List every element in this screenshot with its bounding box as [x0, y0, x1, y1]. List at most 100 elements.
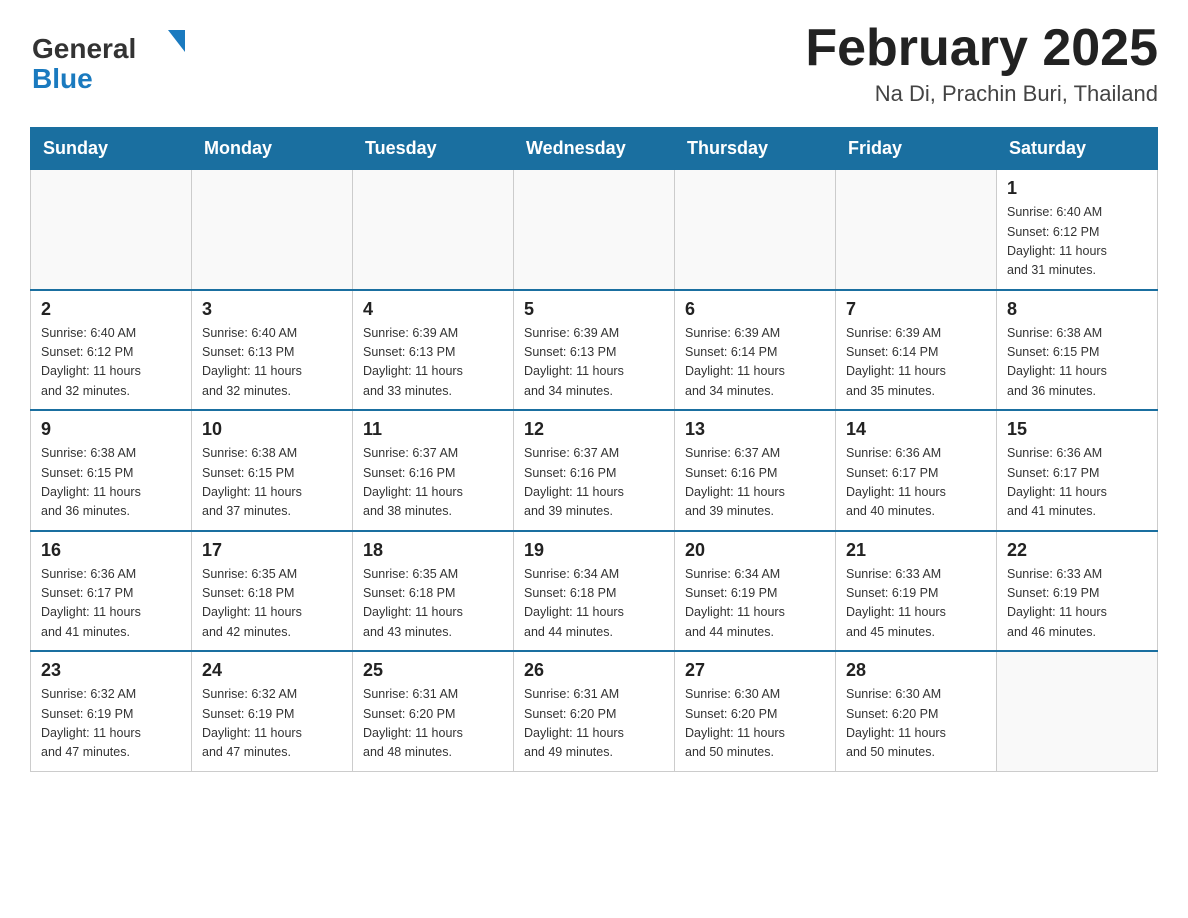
day-number: 3	[202, 299, 342, 320]
day-info: Sunrise: 6:37 AMSunset: 6:16 PMDaylight:…	[685, 444, 825, 522]
table-row: 19 Sunrise: 6:34 AMSunset: 6:18 PMDayligh…	[514, 531, 675, 652]
table-row: 23 Sunrise: 6:32 AMSunset: 6:19 PMDayligh…	[31, 651, 192, 771]
day-info: Sunrise: 6:35 AMSunset: 6:18 PMDaylight:…	[363, 565, 503, 643]
day-info: Sunrise: 6:38 AMSunset: 6:15 PMDaylight:…	[202, 444, 342, 522]
table-row: 24 Sunrise: 6:32 AMSunset: 6:19 PMDayligh…	[192, 651, 353, 771]
table-row: 7 Sunrise: 6:39 AMSunset: 6:14 PMDaylight…	[836, 290, 997, 411]
weekday-header-row: Sunday Monday Tuesday Wednesday Thursday…	[31, 128, 1158, 170]
day-info: Sunrise: 6:39 AMSunset: 6:13 PMDaylight:…	[524, 324, 664, 402]
table-row: 8 Sunrise: 6:38 AMSunset: 6:15 PMDaylight…	[997, 290, 1158, 411]
table-row	[997, 651, 1158, 771]
day-info: Sunrise: 6:32 AMSunset: 6:19 PMDaylight:…	[41, 685, 181, 763]
day-info: Sunrise: 6:33 AMSunset: 6:19 PMDaylight:…	[846, 565, 986, 643]
table-row	[675, 170, 836, 290]
day-number: 24	[202, 660, 342, 681]
table-row: 13 Sunrise: 6:37 AMSunset: 6:16 PMDayligh…	[675, 410, 836, 531]
day-info: Sunrise: 6:37 AMSunset: 6:16 PMDaylight:…	[524, 444, 664, 522]
table-row: 26Sunrise: 6:31 AMSunset: 6:20 PMDayligh…	[514, 651, 675, 771]
day-info: Sunrise: 6:30 AMSunset: 6:20 PMDaylight:…	[846, 685, 986, 763]
day-number: 7	[846, 299, 986, 320]
table-row: 20 Sunrise: 6:34 AMSunset: 6:19 PMDayligh…	[675, 531, 836, 652]
header-friday: Friday	[836, 128, 997, 170]
table-row: 22 Sunrise: 6:33 AMSunset: 6:19 PMDayligh…	[997, 531, 1158, 652]
table-row	[353, 170, 514, 290]
logo: General Blue	[30, 20, 190, 90]
page-header: General Blue February 2025 Na Di, Prachi…	[30, 20, 1158, 107]
day-number: 12	[524, 419, 664, 440]
table-row: 15Sunrise: 6:36 AMSunset: 6:17 PMDayligh…	[997, 410, 1158, 531]
day-number: 27	[685, 660, 825, 681]
day-number: 16	[41, 540, 181, 561]
table-row: 27 Sunrise: 6:30 AMSunset: 6:20 PMDayligh…	[675, 651, 836, 771]
table-row: 9 Sunrise: 6:38 AMSunset: 6:15 PMDaylight…	[31, 410, 192, 531]
day-info: Sunrise: 6:39 AMSunset: 6:13 PMDaylight:…	[363, 324, 503, 402]
day-info: Sunrise: 6:35 AMSunset: 6:18 PMDaylight:…	[202, 565, 342, 643]
table-row: 10 Sunrise: 6:38 AMSunset: 6:15 PMDayligh…	[192, 410, 353, 531]
calendar-table: Sunday Monday Tuesday Wednesday Thursday…	[30, 127, 1158, 772]
table-row: 17 Sunrise: 6:35 AMSunset: 6:18 PMDayligh…	[192, 531, 353, 652]
day-number: 19	[524, 540, 664, 561]
calendar-week-row: 23 Sunrise: 6:32 AMSunset: 6:19 PMDayligh…	[31, 651, 1158, 771]
table-row: 16 Sunrise: 6:36 AMSunset: 6:17 PMDayligh…	[31, 531, 192, 652]
calendar-week-row: 9 Sunrise: 6:38 AMSunset: 6:15 PMDaylight…	[31, 410, 1158, 531]
day-number: 4	[363, 299, 503, 320]
table-row: 2Sunrise: 6:40 AMSunset: 6:12 PMDaylight…	[31, 290, 192, 411]
day-info: Sunrise: 6:36 AMSunset: 6:17 PMDaylight:…	[846, 444, 986, 522]
day-number: 17	[202, 540, 342, 561]
month-title: February 2025	[805, 20, 1158, 77]
table-row	[192, 170, 353, 290]
table-row: 18 Sunrise: 6:35 AMSunset: 6:18 PMDayligh…	[353, 531, 514, 652]
table-row: 12 Sunrise: 6:37 AMSunset: 6:16 PMDayligh…	[514, 410, 675, 531]
day-info: Sunrise: 6:39 AMSunset: 6:14 PMDaylight:…	[846, 324, 986, 402]
day-number: 20	[685, 540, 825, 561]
header-wednesday: Wednesday	[514, 128, 675, 170]
day-number: 9	[41, 419, 181, 440]
day-info: Sunrise: 6:30 AMSunset: 6:20 PMDaylight:…	[685, 685, 825, 763]
day-number: 28	[846, 660, 986, 681]
calendar-week-row: 2Sunrise: 6:40 AMSunset: 6:12 PMDaylight…	[31, 290, 1158, 411]
table-row	[836, 170, 997, 290]
day-info: Sunrise: 6:36 AMSunset: 6:17 PMDaylight:…	[1007, 444, 1147, 522]
day-number: 13	[685, 419, 825, 440]
svg-text:Blue: Blue	[32, 63, 93, 90]
header-saturday: Saturday	[997, 128, 1158, 170]
day-info: Sunrise: 6:38 AMSunset: 6:15 PMDaylight:…	[1007, 324, 1147, 402]
header-tuesday: Tuesday	[353, 128, 514, 170]
day-number: 18	[363, 540, 503, 561]
day-number: 8	[1007, 299, 1147, 320]
day-number: 2	[41, 299, 181, 320]
table-row	[514, 170, 675, 290]
table-row: 11Sunrise: 6:37 AMSunset: 6:16 PMDayligh…	[353, 410, 514, 531]
table-row: 28 Sunrise: 6:30 AMSunset: 6:20 PMDayligh…	[836, 651, 997, 771]
day-info: Sunrise: 6:40 AMSunset: 6:12 PMDaylight:…	[1007, 203, 1147, 281]
day-info: Sunrise: 6:34 AMSunset: 6:18 PMDaylight:…	[524, 565, 664, 643]
day-number: 6	[685, 299, 825, 320]
day-info: Sunrise: 6:39 AMSunset: 6:14 PMDaylight:…	[685, 324, 825, 402]
day-number: 14	[846, 419, 986, 440]
day-number: 1	[1007, 178, 1147, 199]
header-thursday: Thursday	[675, 128, 836, 170]
calendar-week-row: 16 Sunrise: 6:36 AMSunset: 6:17 PMDayligh…	[31, 531, 1158, 652]
day-number: 25	[363, 660, 503, 681]
day-number: 22	[1007, 540, 1147, 561]
day-info: Sunrise: 6:40 AMSunset: 6:13 PMDaylight:…	[202, 324, 342, 402]
table-row: 3 Sunrise: 6:40 AMSunset: 6:13 PMDaylight…	[192, 290, 353, 411]
day-info: Sunrise: 6:38 AMSunset: 6:15 PMDaylight:…	[41, 444, 181, 522]
day-info: Sunrise: 6:34 AMSunset: 6:19 PMDaylight:…	[685, 565, 825, 643]
day-info: Sunrise: 6:31 AMSunset: 6:20 PMDaylight:…	[524, 685, 664, 763]
day-number: 5	[524, 299, 664, 320]
table-row: 5 Sunrise: 6:39 AMSunset: 6:13 PMDaylight…	[514, 290, 675, 411]
day-info: Sunrise: 6:32 AMSunset: 6:19 PMDaylight:…	[202, 685, 342, 763]
day-number: 11	[363, 419, 503, 440]
table-row: 25Sunrise: 6:31 AMSunset: 6:20 PMDayligh…	[353, 651, 514, 771]
title-section: February 2025 Na Di, Prachin Buri, Thail…	[805, 20, 1158, 107]
day-number: 10	[202, 419, 342, 440]
table-row: 21Sunrise: 6:33 AMSunset: 6:19 PMDayligh…	[836, 531, 997, 652]
day-info: Sunrise: 6:33 AMSunset: 6:19 PMDaylight:…	[1007, 565, 1147, 643]
table-row: 6 Sunrise: 6:39 AMSunset: 6:14 PMDaylight…	[675, 290, 836, 411]
calendar-week-row: 1 Sunrise: 6:40 AMSunset: 6:12 PMDaylight…	[31, 170, 1158, 290]
day-number: 23	[41, 660, 181, 681]
table-row	[31, 170, 192, 290]
day-info: Sunrise: 6:36 AMSunset: 6:17 PMDaylight:…	[41, 565, 181, 643]
table-row: 1 Sunrise: 6:40 AMSunset: 6:12 PMDaylight…	[997, 170, 1158, 290]
